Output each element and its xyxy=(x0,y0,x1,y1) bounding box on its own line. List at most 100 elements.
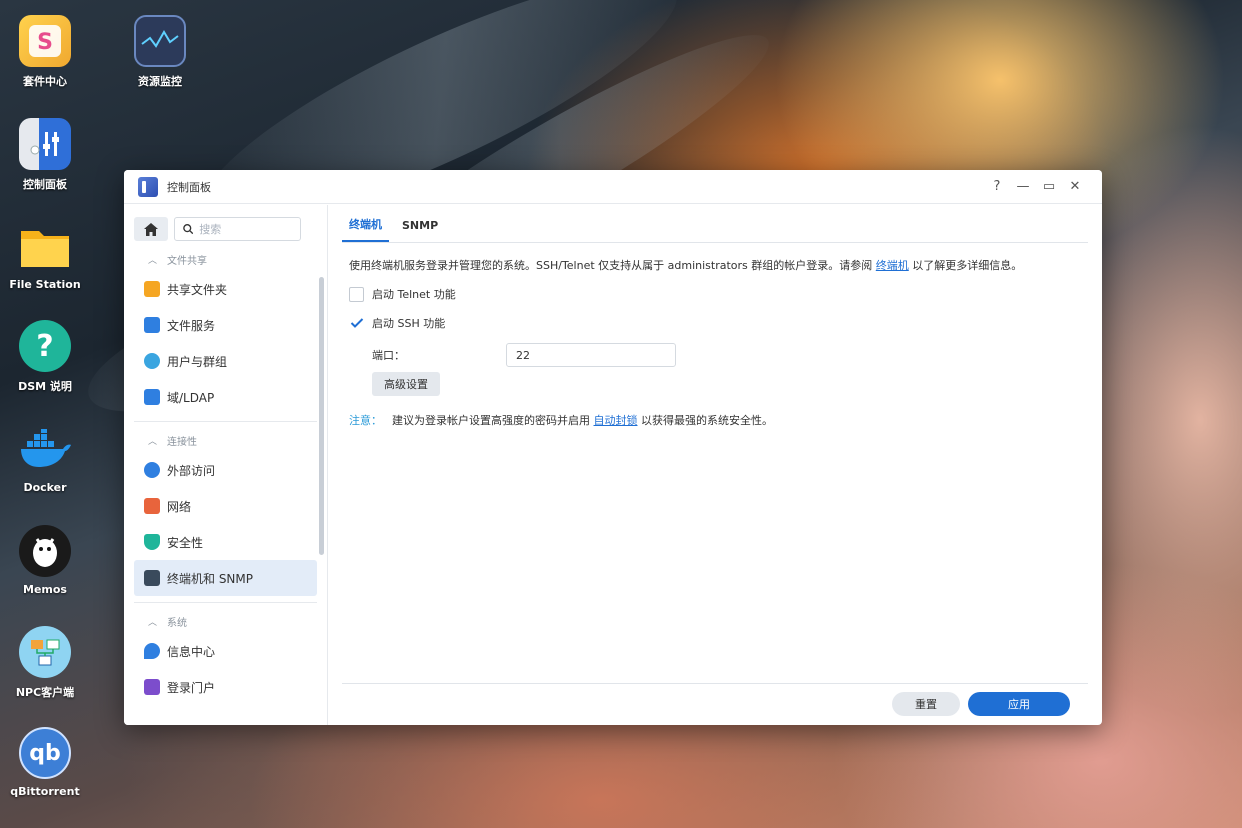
note-suffix: 以获得最强的系统安全性。 xyxy=(637,414,773,427)
sidebar-item-external-access[interactable]: 外部访问 xyxy=(134,452,317,488)
sidebar-item-label: 安全性 xyxy=(167,535,204,550)
sidebar-item-security[interactable]: 安全性 xyxy=(134,524,317,560)
advanced-settings-button[interactable]: 高级设置 xyxy=(372,372,440,396)
file-services-icon xyxy=(144,317,160,333)
tab-terminal[interactable]: 终端机 xyxy=(342,216,389,242)
desktop-icon-label: 套件中心 xyxy=(23,75,67,88)
terminal-help-link[interactable]: 终端机 xyxy=(876,259,909,272)
network-icon xyxy=(144,498,160,514)
sidebar-item-login-portal[interactable]: 登录门户 xyxy=(134,669,317,705)
home-icon xyxy=(144,222,158,236)
memos-icon xyxy=(19,525,71,577)
port-label: 端口： xyxy=(372,349,405,362)
sidebar-item-label: 网络 xyxy=(167,499,192,514)
qbittorrent-icon: qb xyxy=(19,727,71,779)
domain-ldap-icon xyxy=(144,389,160,405)
desktop-icon-memos[interactable]: Memos xyxy=(0,525,90,596)
sidebar-item-user-group[interactable]: 用户与群组 xyxy=(134,343,317,379)
desktop-icon-qbittorrent[interactable]: qb qBittorrent xyxy=(0,727,90,798)
tab-snmp[interactable]: SNMP xyxy=(395,219,445,242)
sidebar-item-info-center[interactable]: 信息中心 xyxy=(134,633,317,669)
port-row: 端口： xyxy=(372,343,1088,367)
control-panel-window: 控制面板 ? — ▭ ✕ ︿ 文件共享 共享文件夹 文件服务 xyxy=(124,170,1102,725)
ssh-label: 启动 SSH 功能 xyxy=(372,317,446,330)
sidebar-item-terminal-snmp[interactable]: 终端机和 SNMP xyxy=(134,560,317,596)
sidebar-item-shared-folder[interactable]: 共享文件夹 xyxy=(134,271,317,307)
description-suffix: 以了解更多详细信息。 xyxy=(908,259,1023,272)
description-text: 使用终端机服务登录并管理您的系统。SSH/Telnet 仅支持从属于 admin… xyxy=(349,259,1081,273)
close-button[interactable]: ✕ xyxy=(1062,179,1088,194)
sidebar-item-domain-ldap[interactable]: 域/LDAP xyxy=(134,379,317,415)
apply-button[interactable]: 应用 xyxy=(968,692,1070,716)
sidebar-item-network[interactable]: 网络 xyxy=(134,488,317,524)
desktop-icon-label: DSM 说明 xyxy=(18,380,72,393)
desktop-icon-label: 控制面板 xyxy=(23,178,67,191)
auto-block-link[interactable]: 自动封锁 xyxy=(594,414,638,427)
sidebar-item-label: 用户与群组 xyxy=(167,354,228,369)
chevron-up-icon: ︿ xyxy=(148,255,158,266)
section-header-connectivity[interactable]: ︿ 连接性 xyxy=(124,428,327,452)
desktop-icon-docker[interactable]: Docker xyxy=(0,423,90,494)
section-header-system[interactable]: ︿ 系统 xyxy=(124,609,327,633)
sidebar-item-label: 登录门户 xyxy=(167,680,216,695)
sidebar-item-label: 信息中心 xyxy=(167,644,216,659)
docker-icon xyxy=(19,423,71,475)
terminal-icon xyxy=(144,570,160,586)
telnet-checkbox[interactable] xyxy=(349,286,364,302)
sidebar-item-label: 共享文件夹 xyxy=(167,282,228,297)
desktop-icon-file-station[interactable]: File Station xyxy=(0,220,90,291)
control-panel-icon xyxy=(19,118,71,170)
help-icon: ? xyxy=(19,320,71,372)
telnet-option[interactable]: 启动 Telnet 功能 xyxy=(349,286,1081,302)
sidebar-item-file-services[interactable]: 文件服务 xyxy=(134,307,317,343)
login-portal-icon xyxy=(144,679,160,695)
desktop-icon-label: Memos xyxy=(23,583,67,596)
help-button[interactable]: ? xyxy=(984,179,1010,194)
desktop-icon-label: File Station xyxy=(9,278,81,291)
divider xyxy=(134,421,317,422)
svg-text:S: S xyxy=(37,30,53,55)
window-title: 控制面板 xyxy=(167,180,211,194)
sidebar: ︿ 文件共享 共享文件夹 文件服务 用户与群组 域/LDAP ︿ 连接性 外部访… xyxy=(124,205,328,725)
sidebar-item-label: 终端机和 SNMP xyxy=(167,571,253,586)
desktop-icon-package-center[interactable]: S 套件中心 xyxy=(0,15,90,89)
package-center-icon: S xyxy=(19,15,71,67)
info-center-icon xyxy=(144,643,160,659)
desktop-icon-dsm-help[interactable]: ? DSM 说明 xyxy=(0,320,90,394)
section-header-file-sharing[interactable]: ︿ 文件共享 xyxy=(124,247,327,271)
sidebar-item-label: 域/LDAP xyxy=(167,390,215,405)
network-client-icon xyxy=(19,626,71,678)
note-label: 注意： xyxy=(349,414,382,427)
desktop-icon-control-panel[interactable]: 控制面板 xyxy=(0,118,90,192)
telnet-label: 启动 Telnet 功能 xyxy=(372,288,456,301)
ssh-checkbox[interactable] xyxy=(349,315,364,331)
section-label: 连接性 xyxy=(167,436,198,448)
checkmark-icon xyxy=(350,318,363,328)
minimize-button[interactable]: — xyxy=(1010,179,1036,194)
search-icon xyxy=(183,224,194,235)
section-label: 文件共享 xyxy=(167,255,208,267)
desktop-icon-npc-client[interactable]: NPC客户端 xyxy=(0,626,90,700)
desktop-icon-label: NPC客户端 xyxy=(15,686,75,699)
tab-bar: 终端机 SNMP xyxy=(342,205,1088,243)
window-titlebar[interactable]: 控制面板 ? — ▭ ✕ xyxy=(124,170,1102,204)
resource-monitor-icon xyxy=(134,15,186,67)
chevron-up-icon: ︿ xyxy=(148,436,158,447)
ssh-option[interactable]: 启动 SSH 功能 xyxy=(349,315,1081,331)
footer: 重置 应用 xyxy=(342,683,1088,725)
shield-icon xyxy=(144,534,160,550)
divider xyxy=(134,602,317,603)
port-input[interactable] xyxy=(506,343,676,367)
maximize-button[interactable]: ▭ xyxy=(1036,179,1062,194)
sidebar-scrollbar[interactable] xyxy=(319,277,324,555)
section-label: 系统 xyxy=(167,617,188,629)
security-note: 注意： 建议为登录帐户设置高强度的密码并启用 自动封锁 以获得最强的系统安全性。 xyxy=(349,412,1081,428)
home-button[interactable] xyxy=(134,217,168,241)
desktop-icon-resource-monitor[interactable]: 资源监控 xyxy=(115,15,205,89)
search-input[interactable] xyxy=(199,222,292,236)
search-field[interactable] xyxy=(174,217,301,241)
sidebar-item-label: 文件服务 xyxy=(167,318,216,333)
reset-button[interactable]: 重置 xyxy=(892,692,960,716)
desktop-icon-label: qBittorrent xyxy=(10,785,80,798)
description-prefix: 使用终端机服务登录并管理您的系统。SSH/Telnet 仅支持从属于 admin… xyxy=(349,259,876,272)
